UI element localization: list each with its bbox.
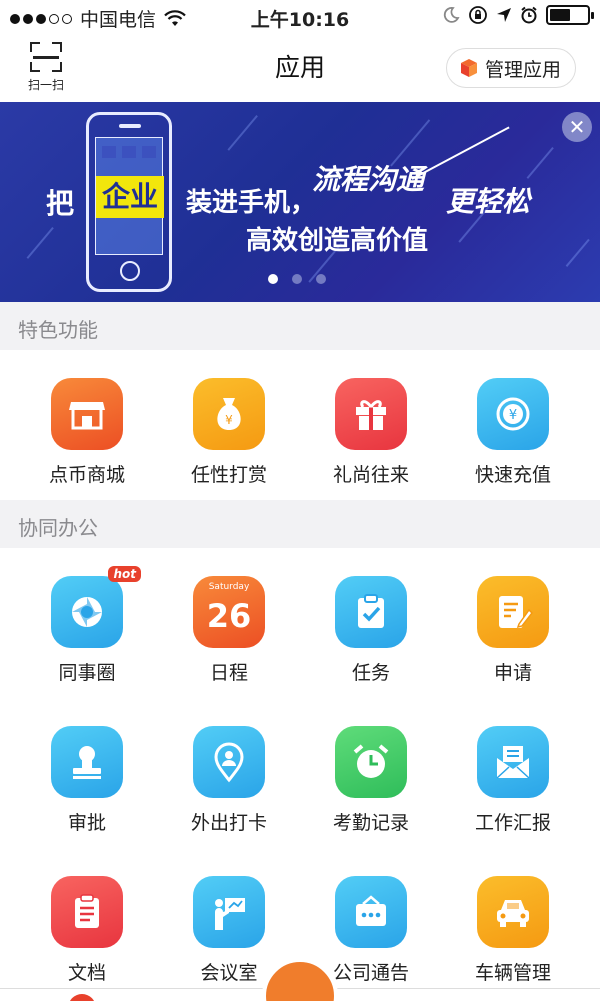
- banner-text-easier: 更轻松: [446, 185, 531, 218]
- app-colleague-circle[interactable]: hot 同事圈: [12, 566, 162, 685]
- rotation-lock-icon: [469, 6, 487, 24]
- gift-icon: [335, 378, 407, 450]
- app-label: 考勤记录: [332, 812, 409, 834]
- app-label: 同事圈: [58, 662, 116, 684]
- section-title: 特色功能: [18, 318, 98, 342]
- mail-icon: [477, 726, 549, 798]
- svg-text:¥: ¥: [225, 413, 233, 427]
- edit-document-icon: [477, 576, 549, 648]
- calendar-weekday: Saturday: [208, 582, 250, 592]
- status-icons: [442, 5, 594, 25]
- app-label: 文档: [67, 962, 106, 984]
- alarm-clock-icon: [335, 726, 407, 798]
- app-application[interactable]: 申请: [438, 576, 588, 685]
- banner-text-efficiency: 高效创造高价值: [246, 226, 429, 256]
- alarm-icon: [521, 6, 537, 24]
- app-approval[interactable]: 审批: [12, 726, 162, 835]
- app-label: 外出打卡: [190, 812, 267, 834]
- page-dot[interactable]: [316, 274, 326, 284]
- presenter-icon: [193, 876, 265, 948]
- app-reward[interactable]: ¥ 任性打赏: [154, 378, 304, 487]
- close-icon[interactable]: ✕: [562, 112, 592, 142]
- clipboard-check-icon: [335, 576, 407, 648]
- battery-icon: [546, 5, 594, 25]
- app-gift[interactable]: 礼尚往来: [296, 378, 446, 487]
- calendar-icon: Saturday 26: [193, 576, 265, 648]
- notice-icon: [335, 876, 407, 948]
- banner-text-process: 流程沟通: [312, 163, 425, 196]
- app-work-report[interactable]: 工作汇报: [438, 726, 588, 835]
- manage-apps-label: 管理应用: [484, 58, 561, 81]
- app-attendance[interactable]: 考勤记录: [296, 726, 446, 835]
- app-documents[interactable]: 文档: [12, 876, 162, 985]
- app-task[interactable]: 任务: [296, 576, 446, 685]
- status-bar: 中国电信 上午10:16: [0, 0, 600, 34]
- money-bag-icon: ¥: [193, 378, 265, 450]
- nav-bar: 扫一扫 应用 管理应用: [0, 34, 600, 102]
- app-label: 车辆管理: [474, 962, 551, 984]
- banner-text-into-phone: 装进手机，: [186, 188, 317, 218]
- app-label: 日程: [209, 662, 248, 684]
- app-label: 任务: [351, 662, 390, 684]
- banner-text-enterprise: 企业: [96, 176, 164, 218]
- manage-apps-button[interactable]: 管理应用: [445, 48, 576, 88]
- car-icon: [477, 876, 549, 948]
- app-label: 快速充值: [474, 464, 551, 486]
- app-label: 工作汇报: [474, 812, 551, 834]
- stamp-icon: [51, 726, 123, 798]
- camera-shutter-icon: hot: [51, 566, 141, 648]
- store-icon: [51, 378, 123, 450]
- page-indicator: [268, 274, 326, 284]
- section-header-office: 协同办公: [0, 500, 600, 548]
- hot-badge: hot: [108, 566, 141, 582]
- app-label: 审批: [67, 812, 106, 834]
- app-vehicle-management[interactable]: 车辆管理: [438, 876, 588, 985]
- svg-text:¥: ¥: [509, 408, 517, 423]
- coin-icon: ¥: [477, 378, 549, 450]
- app-recharge[interactable]: ¥ 快速充值: [438, 378, 588, 487]
- app-label: 任性打赏: [190, 464, 267, 486]
- document-icon: [51, 876, 123, 948]
- app-label: 点币商城: [48, 464, 125, 486]
- app-schedule[interactable]: Saturday 26 日程: [154, 576, 304, 685]
- promo-banner[interactable]: 把 企业 装进手机， 流程沟通 更轻松 高效创造高价值 ✕: [0, 102, 600, 302]
- app-label: 申请: [493, 662, 532, 684]
- page-dot[interactable]: [268, 274, 278, 284]
- app-field-checkin[interactable]: 外出打卡: [154, 726, 304, 835]
- page-dot[interactable]: [292, 274, 302, 284]
- location-arrow-icon: [497, 8, 511, 22]
- section-title: 协同办公: [18, 516, 98, 540]
- app-point-mall[interactable]: 点币商城: [12, 378, 162, 487]
- section-header-featured: 特色功能: [0, 302, 600, 350]
- moon-icon: [443, 7, 460, 23]
- app-label: 礼尚往来: [332, 464, 409, 486]
- location-pin-icon: [193, 726, 265, 798]
- banner-text-ba: 把: [46, 187, 75, 220]
- calendar-date: 26: [206, 597, 252, 635]
- cube-icon: [460, 59, 477, 77]
